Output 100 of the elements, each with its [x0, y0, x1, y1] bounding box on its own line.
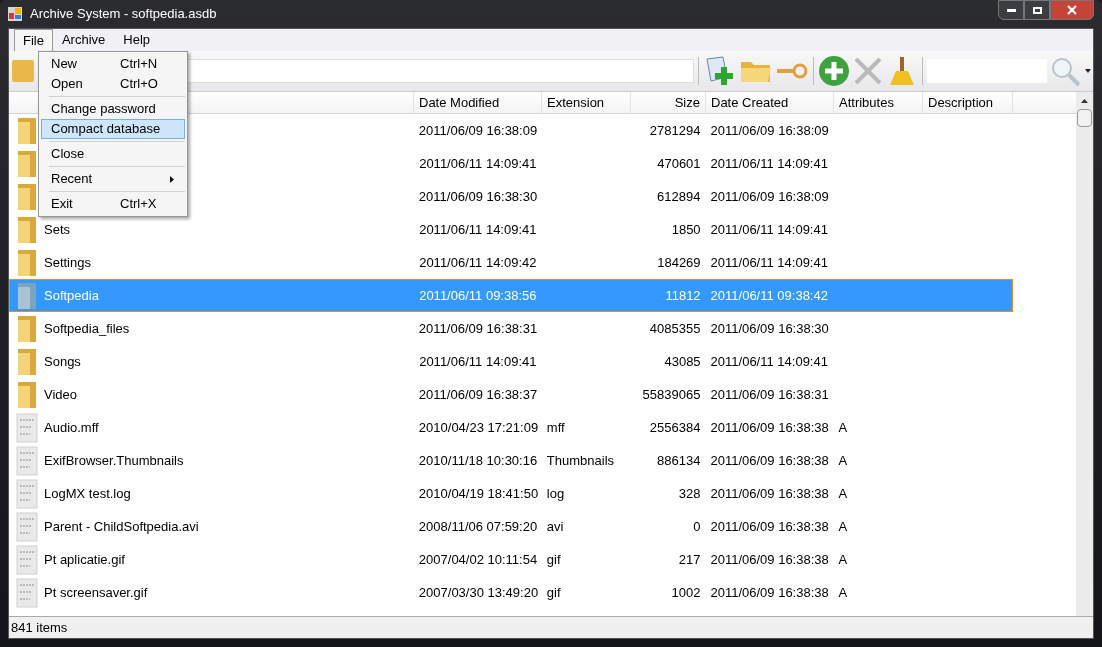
table-cell-text: 2007/03/30 13:49:20 [417, 583, 540, 602]
app-icon [8, 7, 22, 21]
scrollbar[interactable] [1076, 92, 1093, 616]
add-icon[interactable] [818, 55, 851, 87]
table-cell-text: 328 [677, 484, 702, 503]
file-name: LogMX test.log [44, 484, 131, 503]
table-cell-text: 2556384 [648, 418, 702, 437]
file-icon [16, 511, 38, 542]
file-icon [16, 412, 38, 443]
table-cell-text: 2011/06/09 16:38:38 [709, 583, 830, 602]
table-cell-text: 0 [692, 517, 702, 536]
file-name: Sets [44, 220, 70, 239]
table-cell-text: 2007/04/02 10:11:54 [417, 550, 539, 569]
menu-option-label: Recent [51, 170, 93, 189]
table-cell-text: gif [545, 550, 562, 569]
table-cell-text: 2011/06/11 14:09:41 [418, 220, 538, 239]
table-cell-text: A [837, 418, 849, 437]
table-cell-text: log [545, 484, 566, 503]
table-cell-text: 217 [677, 550, 702, 569]
dropdown-arrow-icon[interactable] [1085, 69, 1092, 73]
table-cell-text: 2011/06/11 14:09:41 [418, 154, 538, 173]
table-cell-text: 2011/06/11 14:09:41 [709, 352, 829, 371]
scroll-up-arrow-icon[interactable] [1081, 99, 1088, 103]
menu-option[interactable]: Exit Ctrl+X [41, 194, 185, 214]
menu-option[interactable]: Open Ctrl+O [41, 74, 185, 94]
menu-option[interactable]: New Ctrl+N [41, 54, 185, 74]
table-cell-text: Thumbnails [545, 451, 616, 470]
table-cell-text: 2011/06/09 16:38:09 [417, 121, 539, 140]
submenu-arrow-icon [170, 175, 174, 183]
status-text: 841 items [11, 618, 68, 637]
table-cell-text: 886134 [656, 451, 702, 470]
scroll-thumb[interactable] [1077, 109, 1092, 127]
table-cell-text: 2011/06/11 14:09:41 [709, 154, 829, 173]
table-cell-text: A [837, 583, 849, 602]
table-cell-text: A [837, 484, 849, 503]
maximize-button[interactable] [1024, 0, 1050, 20]
table-cell-text: 2011/06/09 16:38:09 [709, 187, 830, 206]
file-name: ExifBrowser.Thumbnails [44, 451, 184, 470]
file-name: Settings [44, 253, 91, 272]
file-icon [16, 544, 38, 575]
close-button[interactable] [1050, 0, 1094, 20]
shortcut-text: Ctrl+O [120, 75, 159, 94]
table-cell-text: 184269 [656, 253, 702, 272]
shortcut-text: Ctrl+N [120, 55, 159, 74]
table-cell-text: 11812 [664, 286, 702, 305]
table-cell-text: 1850 [670, 220, 702, 239]
table-cell-text: 2010/11/18 10:30:16 [417, 451, 539, 470]
menu-option[interactable]: Compact database [41, 119, 185, 139]
column-header[interactable]: Date Modified [414, 92, 542, 114]
table-cell-text: 2010/04/23 17:21:09 [417, 418, 540, 437]
window-title: Archive System - softpedia.asdb [30, 5, 217, 24]
table-cell-text: avi [545, 517, 565, 536]
table-cell-text: 55839065 [641, 385, 702, 404]
menu-option-label: Change password [51, 100, 156, 119]
menu-item[interactable]: File [14, 29, 53, 51]
menu-item[interactable]: Archive [52, 29, 115, 51]
table-cell-text: 2011/06/11 09:38:42 [709, 286, 829, 305]
file-name: Pt screensaver.gif [44, 583, 148, 602]
table-cell-text: 2011/06/09 16:38:30 [417, 187, 539, 206]
table-cell-text: 2011/06/11 14:09:41 [709, 220, 829, 239]
file-name: Softpedia_files [44, 319, 130, 338]
table-cell-text: A [837, 517, 849, 536]
table-cell-text: 2011/06/11 09:38:56 [418, 286, 538, 305]
menu-option-label: Compact database [51, 120, 161, 139]
close-icon [1067, 5, 1077, 15]
table-cell-text: 2011/06/11 14:09:41 [418, 352, 538, 371]
table-cell-text: 2011/06/09 16:38:38 [709, 550, 830, 569]
menu-option[interactable]: Change password [41, 99, 185, 119]
file-icon [16, 478, 38, 509]
column-header[interactable]: Attributes [834, 92, 923, 114]
table-cell-text: A [837, 451, 849, 470]
table-cell-text: mff [545, 418, 566, 437]
minimize-button[interactable] [998, 0, 1024, 20]
column-header[interactable]: Description [923, 92, 1013, 114]
file-name: Video [44, 385, 77, 404]
table-cell-text: 2011/06/09 16:38:38 [709, 517, 830, 536]
column-header[interactable]: Extension [542, 92, 631, 114]
table-cell-text: gif [545, 583, 562, 602]
table-cell-text: 470601 [656, 154, 702, 173]
menu-item[interactable]: Help [114, 29, 160, 51]
table-cell-text: 2011/06/09 16:38:30 [709, 319, 830, 338]
table-cell-text: 2011/06/09 16:38:31 [417, 319, 539, 338]
menu-option-label: Open [51, 75, 83, 94]
column-header[interactable]: Size [631, 92, 706, 114]
table-cell-text: 2011/06/11 14:09:41 [709, 253, 829, 272]
table-cell-text: 2011/06/11 14:09:42 [418, 253, 538, 272]
table-cell-text: 2011/06/09 16:38:38 [709, 484, 830, 503]
menu-option-label: Close [51, 145, 85, 164]
file-name: Pt aplicatie.gif [44, 550, 125, 569]
table-cell-text: A [837, 550, 849, 569]
menu-option[interactable]: Close [41, 144, 185, 164]
table-cell-text: 1002 [670, 583, 702, 602]
menu-option[interactable]: Recent [41, 169, 185, 189]
table-cell-text: 612894 [656, 187, 702, 206]
table-cell-text: 2781294 [648, 121, 702, 140]
file-icon [16, 445, 38, 476]
table-cell-text: 2010/04/19 18:41:50 [417, 484, 540, 503]
table-cell-text: 43085 [663, 352, 702, 371]
column-header[interactable]: Date Created [706, 92, 834, 114]
table-cell-text: 2011/06/09 16:38:38 [709, 418, 830, 437]
